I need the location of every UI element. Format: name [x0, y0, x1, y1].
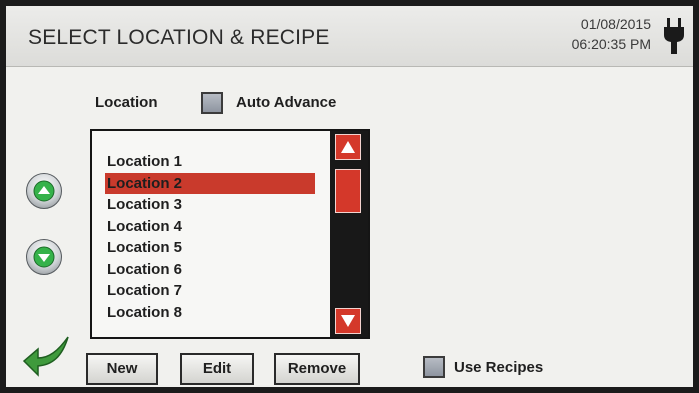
header-bar: SELECT LOCATION & RECIPE 01/08/2015 06:2… — [6, 6, 693, 67]
list-item[interactable]: Location 5 — [105, 237, 315, 259]
auto-advance-checkbox[interactable] — [201, 92, 223, 114]
move-down-button[interactable] — [26, 239, 62, 275]
list-item[interactable]: Location 8 — [105, 302, 315, 324]
time-display: 06:20:35 PM — [571, 36, 651, 52]
plug-icon — [664, 18, 684, 54]
remove-button[interactable]: Remove — [274, 353, 360, 385]
scroll-up-button[interactable] — [335, 134, 361, 160]
date-display: 01/08/2015 — [580, 16, 651, 32]
triangle-down-icon — [341, 315, 355, 327]
location-label: Location — [95, 94, 158, 111]
auto-advance-label: Auto Advance — [236, 94, 337, 111]
list-item[interactable]: Location 6 — [105, 259, 315, 281]
list-item[interactable]: Location 1 — [105, 151, 315, 173]
list-item[interactable]: Location 4 — [105, 216, 315, 238]
scroll-thumb[interactable] — [335, 169, 361, 213]
list-item[interactable]: Location 3 — [105, 194, 315, 216]
move-up-button[interactable] — [26, 173, 62, 209]
list-item[interactable]: Location 7 — [105, 280, 315, 302]
list-item[interactable]: Location 2 — [105, 172, 315, 194]
page-title: SELECT LOCATION & RECIPE — [28, 26, 330, 49]
scrollbar[interactable] — [330, 131, 368, 337]
use-recipes-label: Use Recipes — [454, 359, 544, 376]
down-arrow-icon — [33, 246, 55, 268]
use-recipes-checkbox[interactable] — [423, 356, 445, 378]
list-items: Location 1 Location 2 Location 3 Location 4… — [105, 151, 315, 323]
back-arrow-icon[interactable] — [22, 333, 70, 379]
new-button[interactable]: New — [86, 353, 158, 385]
up-arrow-icon — [33, 180, 55, 202]
location-list[interactable]: Location 1 Location 2 Location 3 Location 4… — [90, 129, 370, 339]
scroll-down-button[interactable] — [335, 308, 361, 334]
edit-button[interactable]: Edit — [180, 353, 254, 385]
triangle-up-icon — [341, 141, 355, 153]
screen: SELECT LOCATION & RECIPE 01/08/2015 06:2… — [6, 6, 693, 387]
